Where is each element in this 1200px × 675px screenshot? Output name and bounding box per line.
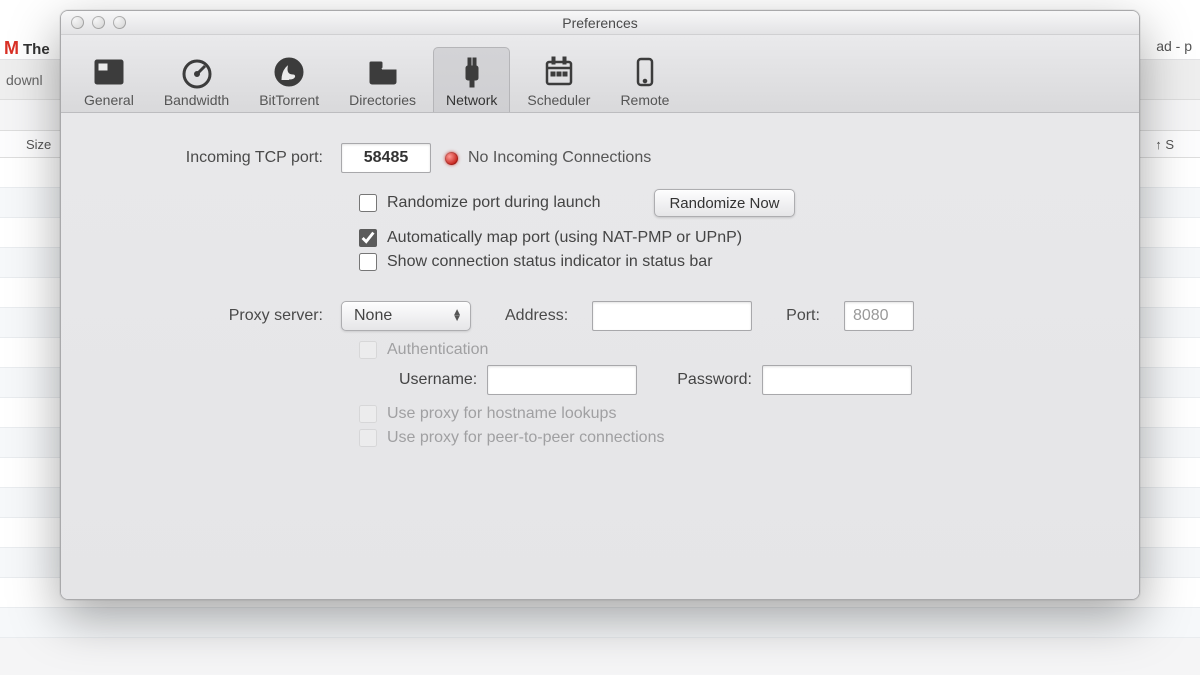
tab-general-label: General xyxy=(84,92,134,108)
proxy-password-field[interactable] xyxy=(762,365,912,395)
proxy-password-label: Password: xyxy=(677,371,752,389)
bg-tab-left-text: The xyxy=(23,41,50,58)
proxy-address-label: Address: xyxy=(505,307,568,325)
proxy-hostname-label: Use proxy for hostname lookups xyxy=(387,405,616,423)
plug-icon xyxy=(454,54,490,90)
tab-directories-label: Directories xyxy=(349,92,416,108)
tab-bandwidth-label: Bandwidth xyxy=(164,92,229,108)
device-icon xyxy=(627,54,663,90)
proxy-p2p-label: Use proxy for peer-to-peer connections xyxy=(387,429,664,447)
automap-checkbox[interactable] xyxy=(359,229,377,247)
network-pane: Incoming TCP port: No Incoming Connectio… xyxy=(61,113,1139,599)
tab-bandwidth[interactable]: Bandwidth xyxy=(151,47,242,112)
calendar-icon xyxy=(541,54,577,90)
minimize-icon[interactable] xyxy=(92,16,105,29)
proxy-port-label: Port: xyxy=(786,307,820,325)
window-controls xyxy=(71,16,126,29)
bg-col-size: Size xyxy=(18,137,59,152)
proxy-port-field[interactable] xyxy=(844,301,914,331)
status-text: No Incoming Connections xyxy=(468,149,651,167)
chevron-updown-icon: ▲▼ xyxy=(452,310,462,322)
gmail-m-icon: M xyxy=(4,38,19,58)
randomize-checkbox[interactable] xyxy=(359,194,377,212)
tab-bittorrent-label: BitTorrent xyxy=(259,92,319,108)
proxy-type-select[interactable]: None ▲▼ xyxy=(341,301,471,331)
background-tab-left: MThe xyxy=(4,38,50,59)
titlebar: Preferences xyxy=(61,11,1139,35)
proxy-type-value: None xyxy=(354,307,392,325)
proxy-auth-label: Authentication xyxy=(387,341,488,359)
tab-scheduler[interactable]: Scheduler xyxy=(514,47,603,112)
bg-col-s: ↑ S xyxy=(1147,137,1182,152)
proxy-p2p-checkbox xyxy=(359,429,377,447)
status-led-icon xyxy=(445,152,458,165)
zoom-icon[interactable] xyxy=(113,16,126,29)
automap-label: Automatically map port (using NAT-PMP or… xyxy=(387,229,742,247)
show-status-checkbox[interactable] xyxy=(359,253,377,271)
general-icon xyxy=(91,54,127,90)
proxy-auth-checkbox xyxy=(359,341,377,359)
randomize-label: Randomize port during launch xyxy=(387,194,600,212)
tab-remote-label: Remote xyxy=(620,92,669,108)
proxy-hostname-checkbox xyxy=(359,405,377,423)
randomize-now-button[interactable]: Randomize Now xyxy=(654,189,794,217)
close-icon[interactable] xyxy=(71,16,84,29)
tab-directories[interactable]: Directories xyxy=(336,47,429,112)
tab-bittorrent[interactable]: BitTorrent xyxy=(246,47,332,112)
incoming-port-label: Incoming TCP port: xyxy=(101,149,341,167)
folder-icon xyxy=(365,54,401,90)
preferences-window: Preferences General Bandwidth BitTorrent… xyxy=(60,10,1140,600)
incoming-port-field[interactable] xyxy=(341,143,431,173)
preferences-toolbar: General Bandwidth BitTorrent Directories… xyxy=(61,35,1139,113)
bg-tab-left-sub: downl xyxy=(6,72,43,88)
tab-scheduler-label: Scheduler xyxy=(527,92,590,108)
connection-status: No Incoming Connections xyxy=(445,149,651,167)
window-title: Preferences xyxy=(61,15,1139,31)
proxy-server-label: Proxy server: xyxy=(101,307,341,325)
tab-network[interactable]: Network xyxy=(433,47,510,112)
tab-network-label: Network xyxy=(446,92,497,108)
proxy-username-field[interactable] xyxy=(487,365,637,395)
tab-remote[interactable]: Remote xyxy=(607,47,682,112)
bittorrent-icon xyxy=(271,54,307,90)
proxy-username-label: Username: xyxy=(399,371,477,389)
gauge-icon xyxy=(179,54,215,90)
show-status-label: Show connection status indicator in stat… xyxy=(387,253,713,271)
bg-tab-right-text: ad - p xyxy=(1156,38,1192,54)
proxy-address-field[interactable] xyxy=(592,301,752,331)
tab-general[interactable]: General xyxy=(71,47,147,112)
